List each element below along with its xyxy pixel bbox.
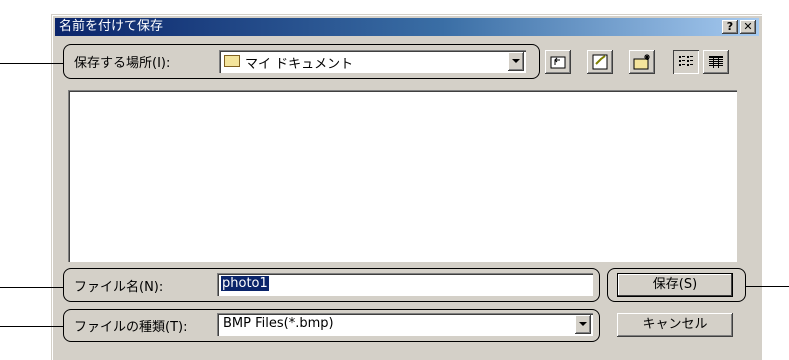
new-folder-icon [633, 54, 650, 70]
up-folder-button[interactable] [545, 50, 571, 74]
cancel-button[interactable]: キャンセル [617, 313, 733, 337]
details-view-icon [709, 56, 723, 68]
file-type-highlight [63, 309, 600, 342]
list-view-button[interactable] [673, 50, 699, 74]
details-view-button[interactable] [703, 50, 729, 74]
file-list[interactable] [68, 90, 737, 262]
list-view-icon [679, 56, 693, 66]
leader-line [746, 286, 789, 287]
file-name-highlight [63, 268, 600, 302]
help-button[interactable]: ? [722, 20, 738, 34]
leader-line [0, 287, 63, 288]
leader-line [0, 326, 63, 327]
new-folder-button[interactable] [629, 50, 655, 74]
window-title: 名前を付けて保存 [59, 19, 164, 34]
desktop-icon [592, 54, 608, 70]
desktop-button[interactable] [587, 50, 613, 74]
up-folder-icon [550, 56, 566, 69]
close-button[interactable]: ✕ [740, 20, 756, 34]
save-button-highlight [607, 268, 746, 302]
title-bar: 名前を付けて保存 ? ✕ [55, 18, 759, 36]
save-in-highlight [63, 44, 540, 79]
leader-line [0, 63, 63, 64]
